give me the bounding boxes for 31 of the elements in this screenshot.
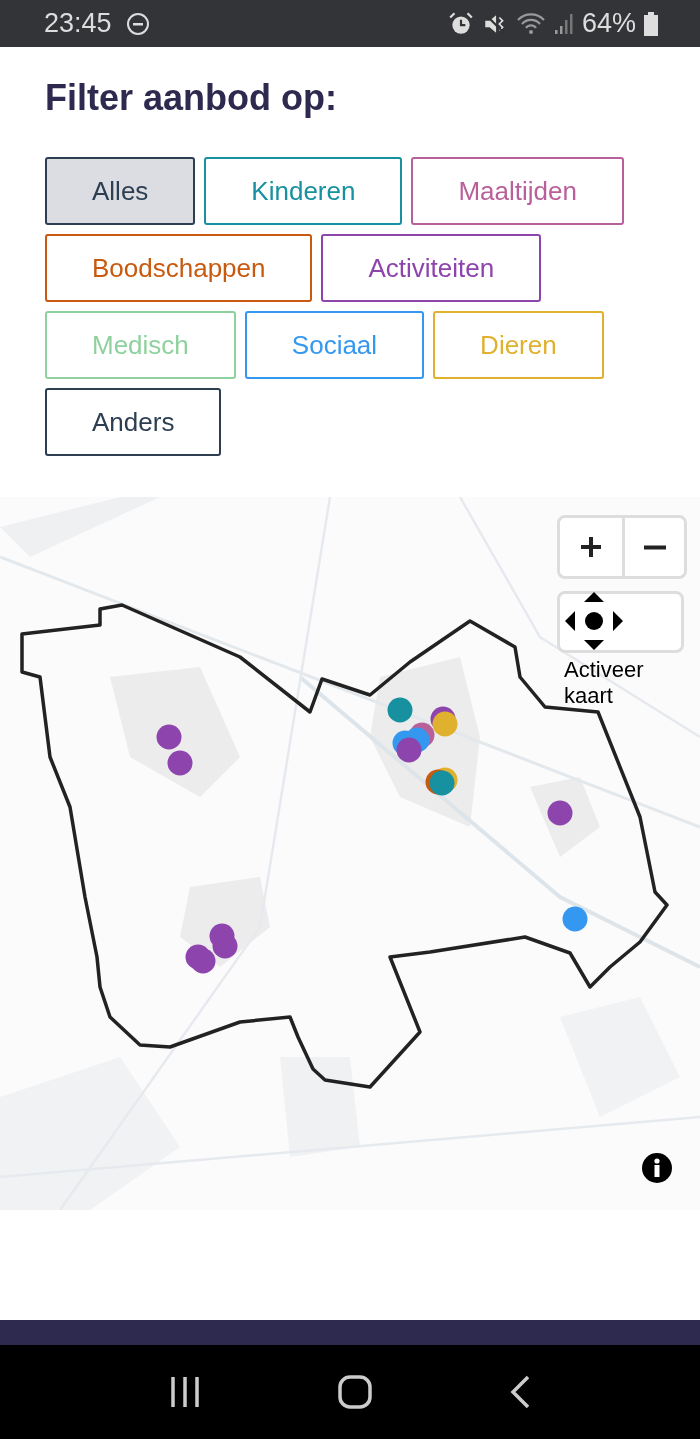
battery-icon <box>644 11 658 36</box>
filter-button[interactable]: Maaltijden <box>411 157 624 225</box>
alarm-icon <box>447 10 474 37</box>
map-marker[interactable] <box>547 800 573 826</box>
home-icon[interactable] <box>337 1374 373 1410</box>
map-marker[interactable] <box>429 770 455 796</box>
map-marker[interactable] <box>432 711 458 737</box>
signal-icon <box>553 11 574 36</box>
map-marker[interactable] <box>562 906 588 932</box>
do-not-disturb-icon <box>125 11 150 36</box>
move-icon <box>564 591 624 651</box>
info-icon[interactable] <box>642 1153 672 1183</box>
filter-button[interactable]: Anders <box>45 388 222 456</box>
filter-button[interactable]: Boodschappen <box>45 234 313 302</box>
filter-button[interactable]: Kinderen <box>204 157 403 225</box>
battery-level: 64% <box>581 8 636 39</box>
minus-icon <box>642 544 667 550</box>
plus-icon <box>579 535 603 559</box>
filter-button[interactable]: Sociaal <box>244 311 425 379</box>
clock: 23:45 <box>44 8 112 39</box>
map-marker[interactable] <box>156 724 182 750</box>
pan-control[interactable] <box>557 591 684 653</box>
filter-heading: Filter aanbod op: <box>45 77 338 119</box>
activate-map-label: Activeer kaart <box>564 657 645 709</box>
map-marker[interactable] <box>387 697 413 723</box>
map-marker[interactable] <box>396 737 422 763</box>
filter-button[interactable]: Activiteiten <box>321 234 542 302</box>
filter-button[interactable]: Alles <box>45 157 196 225</box>
wifi-icon <box>515 10 546 37</box>
map-marker[interactable] <box>190 948 216 974</box>
map-marker[interactable] <box>167 750 193 776</box>
